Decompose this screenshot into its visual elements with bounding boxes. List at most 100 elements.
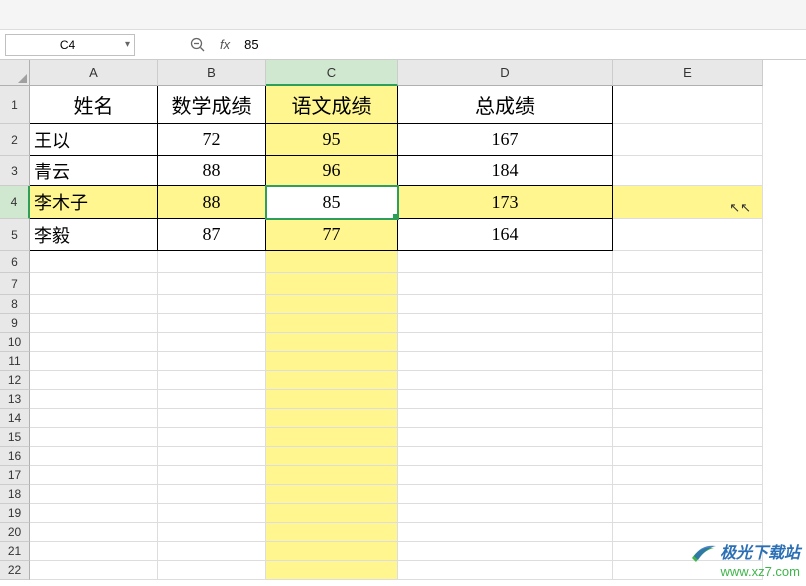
empty-cell[interactable]	[398, 447, 613, 466]
empty-cell[interactable]	[613, 542, 763, 561]
row-header-3[interactable]: 3	[0, 156, 30, 186]
empty-cell[interactable]	[398, 561, 613, 580]
empty-cell[interactable]	[266, 295, 398, 314]
empty-cell[interactable]	[30, 447, 158, 466]
empty-cell[interactable]	[30, 504, 158, 523]
empty-cell[interactable]	[30, 485, 158, 504]
empty-cell[interactable]	[266, 447, 398, 466]
empty-cell[interactable]	[158, 314, 266, 333]
row-header-16[interactable]: 16	[0, 447, 30, 466]
empty-cell[interactable]	[398, 314, 613, 333]
cell-B5[interactable]: 87	[158, 219, 266, 251]
empty-cell[interactable]	[613, 504, 763, 523]
empty-cell[interactable]	[158, 561, 266, 580]
empty-cell[interactable]	[266, 542, 398, 561]
empty-cell[interactable]	[398, 333, 613, 352]
empty-cell[interactable]	[30, 561, 158, 580]
row-header-6[interactable]: 6	[0, 251, 30, 273]
empty-cell[interactable]	[158, 390, 266, 409]
cell-C4[interactable]: 85	[266, 186, 398, 219]
empty-cell[interactable]	[613, 561, 763, 580]
empty-cell[interactable]	[613, 466, 763, 485]
empty-cell[interactable]	[158, 466, 266, 485]
row-header-20[interactable]: 20	[0, 523, 30, 542]
cell-B1[interactable]: 数学成绩	[158, 86, 266, 124]
empty-cell[interactable]	[158, 333, 266, 352]
empty-cell[interactable]	[398, 390, 613, 409]
empty-cell[interactable]	[266, 523, 398, 542]
empty-cell[interactable]	[158, 352, 266, 371]
empty-cell[interactable]	[613, 523, 763, 542]
empty-cell[interactable]	[398, 504, 613, 523]
empty-cell[interactable]	[398, 251, 613, 273]
cell-A4[interactable]: 李木子	[30, 186, 158, 219]
row-header-10[interactable]: 10	[0, 333, 30, 352]
row-header-11[interactable]: 11	[0, 352, 30, 371]
empty-cell[interactable]	[158, 447, 266, 466]
empty-cell[interactable]	[158, 251, 266, 273]
cell-D3[interactable]: 184	[398, 156, 613, 186]
row-header-17[interactable]: 17	[0, 466, 30, 485]
empty-cell[interactable]	[398, 295, 613, 314]
cell-D5[interactable]: 164	[398, 219, 613, 251]
empty-cell[interactable]	[266, 428, 398, 447]
empty-cell[interactable]	[613, 371, 763, 390]
formula-input[interactable]	[238, 34, 801, 56]
column-header-C[interactable]: C	[266, 60, 398, 86]
name-box-dropdown-icon[interactable]: ▾	[125, 39, 130, 50]
row-header-2[interactable]: 2	[0, 124, 30, 156]
row-header-4[interactable]: 4	[0, 186, 30, 219]
row-header-19[interactable]: 19	[0, 504, 30, 523]
empty-cell[interactable]	[398, 523, 613, 542]
empty-cell[interactable]	[398, 485, 613, 504]
empty-cell[interactable]	[613, 485, 763, 504]
empty-cell[interactable]	[266, 251, 398, 273]
empty-cell[interactable]	[398, 273, 613, 295]
empty-cell[interactable]	[158, 409, 266, 428]
cell-D4[interactable]: 173	[398, 186, 613, 219]
empty-cell[interactable]	[158, 504, 266, 523]
cell-A1[interactable]: 姓名	[30, 86, 158, 124]
row-header-9[interactable]: 9	[0, 314, 30, 333]
row-header-14[interactable]: 14	[0, 409, 30, 428]
empty-cell[interactable]	[266, 561, 398, 580]
empty-cell[interactable]	[398, 542, 613, 561]
empty-cell[interactable]	[613, 428, 763, 447]
empty-cell[interactable]	[30, 273, 158, 295]
cell-D2[interactable]: 167	[398, 124, 613, 156]
empty-cell[interactable]	[30, 428, 158, 447]
cell-C3[interactable]: 96	[266, 156, 398, 186]
empty-cell[interactable]	[398, 428, 613, 447]
empty-cell[interactable]	[613, 314, 763, 333]
row-header-15[interactable]: 15	[0, 428, 30, 447]
empty-cell[interactable]	[30, 295, 158, 314]
empty-cell[interactable]	[613, 273, 763, 295]
empty-cell[interactable]	[30, 409, 158, 428]
column-header-E[interactable]: E	[613, 60, 763, 86]
empty-cell[interactable]	[158, 485, 266, 504]
empty-cell[interactable]	[158, 295, 266, 314]
empty-cell[interactable]	[30, 542, 158, 561]
cell-C2[interactable]: 95	[266, 124, 398, 156]
empty-cell[interactable]	[613, 219, 763, 251]
empty-cell[interactable]	[613, 295, 763, 314]
column-header-B[interactable]: B	[158, 60, 266, 86]
row-header-13[interactable]: 13	[0, 390, 30, 409]
cell-B2[interactable]: 72	[158, 124, 266, 156]
empty-cell[interactable]	[158, 523, 266, 542]
select-all-corner[interactable]	[0, 60, 30, 86]
empty-cell[interactable]	[266, 314, 398, 333]
cell-A5[interactable]: 李毅	[30, 219, 158, 251]
column-header-A[interactable]: A	[30, 60, 158, 86]
empty-cell[interactable]	[613, 333, 763, 352]
column-header-D[interactable]: D	[398, 60, 613, 86]
row-header-18[interactable]: 18	[0, 485, 30, 504]
empty-cell[interactable]	[266, 504, 398, 523]
empty-cell[interactable]	[613, 447, 763, 466]
empty-cell[interactable]	[266, 371, 398, 390]
empty-cell[interactable]	[398, 466, 613, 485]
fx-label[interactable]: fx	[220, 37, 230, 52]
empty-cell[interactable]	[158, 542, 266, 561]
empty-cell[interactable]	[30, 352, 158, 371]
empty-cell[interactable]	[30, 390, 158, 409]
